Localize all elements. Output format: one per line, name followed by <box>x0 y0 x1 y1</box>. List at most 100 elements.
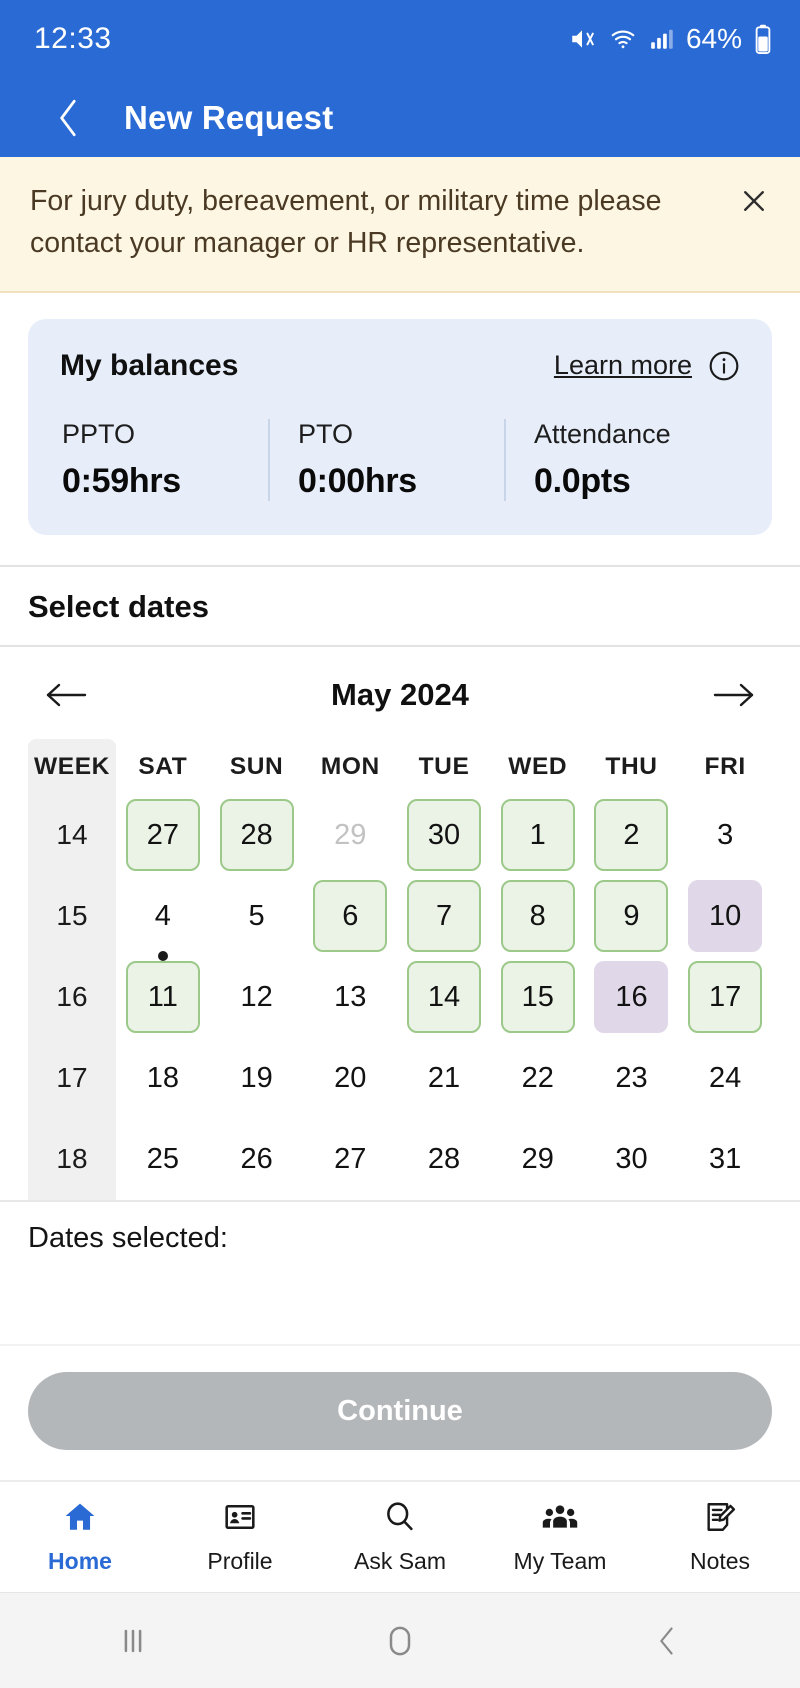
nav-item-my-team[interactable]: My Team <box>480 1500 640 1575</box>
calendar-day-30[interactable]: 30 <box>407 799 482 872</box>
calendar-header-row: WEEK SAT SUN MON TUE WED THU FRI <box>28 738 772 795</box>
day-header-wed: WED <box>508 752 568 780</box>
nav-label: Ask Sam <box>353 1547 447 1574</box>
calendar-day-3[interactable]: 3 <box>688 799 762 871</box>
nav-label: Home <box>48 1547 112 1574</box>
recents-icon[interactable] <box>88 1611 178 1671</box>
calendar-day-cell: 2 <box>585 795 679 876</box>
calendar-day-5[interactable]: 5 <box>220 880 294 952</box>
balances-header: My balances Learn more <box>60 349 740 383</box>
calendar-day-13[interactable]: 13 <box>313 961 387 1033</box>
calendar-day-9[interactable]: 9 <box>594 880 669 953</box>
calendar-day-11[interactable]: 11 <box>125 961 200 1034</box>
calendar-day-cell: 20 <box>303 1038 397 1119</box>
calendar-day-cell: 3 <box>678 795 772 876</box>
arrow-right-icon[interactable] <box>708 673 758 717</box>
home-icon <box>62 1500 98 1539</box>
calendar-day-8[interactable]: 8 <box>500 880 575 953</box>
balance-value: 0:00hrs <box>298 461 417 500</box>
calendar-day-27[interactable]: 27 <box>313 1123 387 1195</box>
calendar-day-2[interactable]: 2 <box>594 799 669 872</box>
calendar-day-23[interactable]: 23 <box>594 1042 668 1114</box>
calendar-day-cell: 24 <box>678 1038 772 1119</box>
calendar-day-19[interactable]: 19 <box>220 1042 294 1114</box>
calendar-day-25[interactable]: 25 <box>126 1123 200 1195</box>
calendar-day-10[interactable]: 10 <box>688 880 763 953</box>
select-dates-section: Select dates <box>0 567 800 645</box>
arrow-left-icon[interactable] <box>42 673 92 717</box>
calendar-day-cell: 12 <box>210 957 304 1038</box>
calendar-day-cell: 28 <box>397 1119 491 1200</box>
calendar-day-cell: 23 <box>585 1038 679 1119</box>
today-dot-indicator <box>157 951 168 962</box>
status-icons: 64% <box>567 23 772 55</box>
calendar-day-6[interactable]: 6 <box>313 880 388 953</box>
calendar-day-22[interactable]: 22 <box>501 1042 575 1114</box>
people-group-icon <box>541 1500 579 1539</box>
home-circle-icon[interactable] <box>355 1611 445 1671</box>
calendar-day-7[interactable]: 7 <box>407 880 482 953</box>
calendar-day-cell: 30 <box>397 795 491 876</box>
calendar-day-cell: 14 <box>397 957 491 1038</box>
calendar-day-16[interactable]: 16 <box>594 961 669 1034</box>
calendar-day-4[interactable]: 4 <box>126 880 200 962</box>
calendar-day-28[interactable]: 28 <box>219 799 294 872</box>
back-chevron-icon[interactable] <box>52 98 86 138</box>
calendar-day-24[interactable]: 24 <box>688 1042 762 1114</box>
calendar-day-15[interactable]: 15 <box>500 961 575 1034</box>
calendar-day-18[interactable]: 18 <box>126 1042 200 1114</box>
calendar-day-30[interactable]: 30 <box>594 1123 668 1195</box>
nav-item-notes[interactable]: Notes <box>640 1500 800 1575</box>
calendar-day-14[interactable]: 14 <box>407 961 482 1034</box>
nav-label: Notes <box>689 1547 751 1574</box>
day-header-fri: FRI <box>704 752 746 780</box>
status-time: 12:33 <box>34 22 112 55</box>
calendar-day-cell: 30 <box>585 1119 679 1200</box>
calendar-day-31[interactable]: 31 <box>688 1123 762 1195</box>
calendar-day-cell: 31 <box>678 1119 772 1200</box>
close-icon[interactable] <box>732 179 776 223</box>
week-number: 18 <box>56 1143 88 1175</box>
calendar-day-20[interactable]: 20 <box>313 1042 387 1114</box>
dates-selected-label: Dates selected: <box>28 1221 228 1254</box>
week-number-cell: 15 <box>28 875 116 957</box>
app-bar: New Request <box>0 78 800 157</box>
calendar-day-cell: 17 <box>678 957 772 1038</box>
calendar-day-12[interactable]: 12 <box>220 961 294 1033</box>
calendar-day-29: 29 <box>334 818 367 851</box>
id-card-icon <box>223 1500 257 1539</box>
calendar-day-cell: 8 <box>491 876 585 957</box>
back-icon[interactable] <box>622 1611 712 1671</box>
learn-more-group[interactable]: Learn more <box>554 350 740 382</box>
balances-section: My balances Learn more PPTO 0:59hrs PTO … <box>0 293 800 565</box>
day-header-mon: MON <box>320 752 380 780</box>
battery-percent-label: 64% <box>685 23 742 54</box>
calendar-day-27[interactable]: 27 <box>125 799 200 872</box>
week-column-header: WEEK <box>28 738 116 795</box>
learn-more-link[interactable]: Learn more <box>554 350 692 381</box>
calendar-week-row: 18 25 26 27 28 29 30 31 <box>28 1118 772 1200</box>
calendar-day-26[interactable]: 26 <box>220 1123 294 1195</box>
calendar-day-21[interactable]: 21 <box>407 1042 481 1114</box>
balances-values-row: PPTO 0:59hrs PTO 0:00hrs Attendance 0.0p… <box>60 418 740 501</box>
calendar-day-28[interactable]: 28 <box>407 1123 481 1195</box>
continue-button[interactable]: Continue <box>28 1372 772 1450</box>
app-screen: 12:33 64% New Request For jury duty, ber… <box>0 0 800 1688</box>
calendar-day-cell: 27 <box>303 1119 397 1200</box>
nav-item-home[interactable]: Home <box>0 1500 160 1575</box>
calendar-day-1[interactable]: 1 <box>500 799 575 872</box>
calendar-day-cell: 10 <box>678 876 772 957</box>
info-icon[interactable] <box>708 350 740 382</box>
balance-item-attendance: Attendance 0.0pts <box>504 418 740 501</box>
nav-label: My Team <box>513 1547 607 1574</box>
nav-item-profile[interactable]: Profile <box>160 1500 320 1575</box>
week-number: 14 <box>56 819 88 851</box>
nav-item-ask-sam[interactable]: Ask Sam <box>320 1500 480 1575</box>
balance-label: PTO <box>298 418 354 449</box>
balances-card: My balances Learn more PPTO 0:59hrs PTO … <box>28 318 772 535</box>
battery-icon <box>754 24 772 54</box>
calendar-day-17[interactable]: 17 <box>688 961 763 1034</box>
select-dates-heading: Select dates <box>28 588 209 624</box>
calendar-day-29[interactable]: 29 <box>501 1123 575 1195</box>
week-number: 16 <box>56 981 88 1013</box>
